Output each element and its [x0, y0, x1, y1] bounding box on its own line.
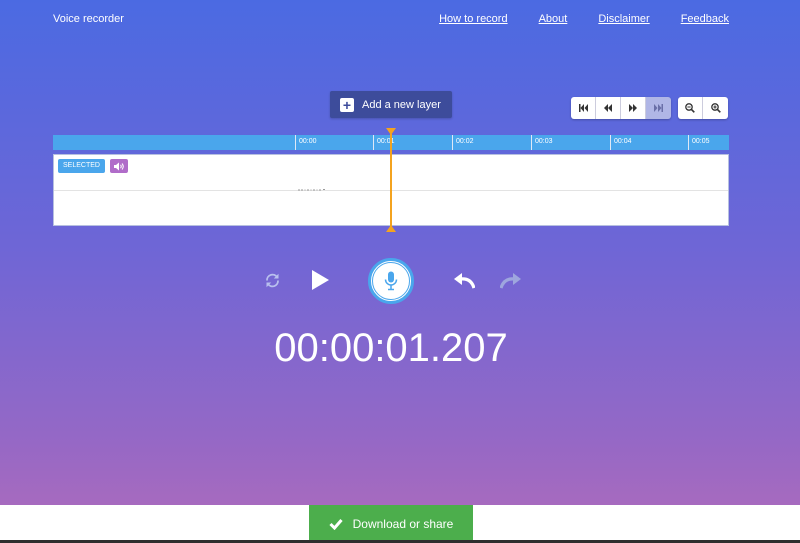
plus-icon: + — [340, 97, 354, 112]
refresh-button[interactable] — [262, 270, 282, 290]
download-label: Download or share — [352, 517, 454, 531]
rewind-icon — [604, 104, 612, 112]
play-icon — [312, 270, 329, 290]
rewind-button[interactable] — [596, 97, 621, 119]
ruler-tick: 00:03 — [531, 135, 553, 150]
zoom-out-icon — [685, 103, 695, 113]
redo-button[interactable] — [498, 271, 522, 291]
transport-toolbar — [571, 97, 671, 119]
volume-button[interactable] — [110, 159, 128, 173]
skip-to-end-button[interactable] — [646, 97, 671, 119]
waveform — [298, 189, 325, 191]
undo-button[interactable] — [452, 271, 476, 291]
ruler-tick: 00:04 — [610, 135, 632, 150]
ruler-tick: 00:00 — [295, 135, 317, 150]
zoom-toolbar — [678, 97, 728, 119]
nav-how-to-record[interactable]: How to record — [439, 13, 507, 25]
zoom-out-button[interactable] — [678, 97, 703, 119]
skip-to-end-icon — [654, 104, 663, 112]
add-layer-button[interactable]: + Add a new layer — [330, 91, 452, 118]
play-button[interactable] — [308, 268, 332, 292]
playhead-handle-bottom[interactable] — [386, 225, 396, 232]
playhead-line[interactable] — [390, 134, 392, 230]
playhead-handle-top[interactable] — [386, 128, 396, 135]
fast-forward-button[interactable] — [621, 97, 646, 119]
skip-to-start-icon — [578, 104, 588, 112]
zoom-in-icon — [710, 103, 721, 113]
nav-disclaimer[interactable]: Disclaimer — [598, 13, 649, 25]
ruler-tick: 00:01 — [373, 135, 395, 150]
selected-badge[interactable]: SELECTED — [58, 159, 105, 173]
add-layer-label: Add a new layer — [362, 98, 441, 111]
undo-icon — [453, 272, 475, 289]
refresh-icon — [265, 273, 279, 287]
ruler-tick: 00:02 — [452, 135, 474, 150]
ruler-tick: 00:05 — [688, 135, 710, 150]
redo-icon — [499, 272, 521, 289]
zoom-in-button[interactable] — [703, 97, 728, 119]
top-nav: How to record About Disclaimer Feedback — [408, 13, 729, 25]
nav-about[interactable]: About — [539, 13, 568, 25]
volume-icon — [113, 162, 124, 170]
record-button[interactable] — [368, 258, 414, 304]
microphone-icon — [384, 271, 398, 291]
download-or-share-button[interactable]: Download or share — [309, 505, 473, 543]
record-button-ring — [372, 262, 410, 300]
elapsed-time-display: 00:00:01.207 — [274, 326, 508, 370]
skip-to-start-button[interactable] — [571, 97, 596, 119]
app-title: Voice recorder — [53, 13, 124, 25]
check-icon — [329, 518, 343, 530]
nav-feedback[interactable]: Feedback — [681, 13, 729, 25]
fast-forward-icon — [629, 104, 637, 112]
